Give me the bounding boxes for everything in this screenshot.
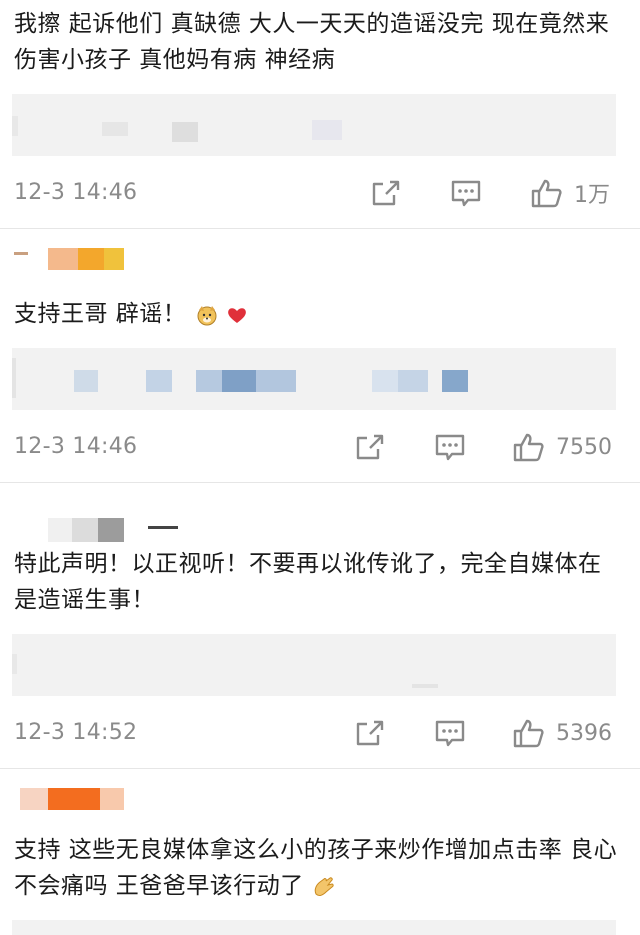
share-button[interactable] [370,176,402,210]
heart-icon [228,307,246,323]
comment-text: 特此声明！以正视听！不要再以讹传讹了，完全自媒体在是造谣生事！ [14,551,602,613]
comment-timestamp: 12-3 14:46 [14,434,138,459]
share-button[interactable] [354,430,386,464]
comment-icon [451,180,481,207]
divider [0,768,640,769]
quoted-post-blurred[interactable] [12,348,616,410]
like-count: 5396 [556,720,612,746]
comment-text: 支持王哥 辟谣！ [14,301,187,327]
divider [0,228,640,229]
comment-button[interactable] [450,176,482,210]
thumbs-up-icon [513,719,544,748]
comment-timestamp: 12-3 14:46 [14,180,138,205]
thumbs-up-icon [513,433,544,462]
quoted-post-blurred[interactable] [12,920,616,935]
thumbs-up-icon [531,179,562,208]
like-count: 1万 [574,183,610,208]
share-icon [356,720,384,746]
comment-button[interactable] [434,716,466,750]
like-button[interactable]: 7550 [512,430,612,464]
comment-icon [435,434,465,461]
divider [0,482,640,483]
comment-meta: 12-3 14:52 5396 [0,714,640,754]
share-icon [356,434,384,460]
like-button[interactable]: 1万 [530,176,610,210]
comment-meta: 12-3 14:46 7550 [0,428,640,468]
comment-button[interactable] [434,430,466,464]
quoted-post-blurred[interactable] [12,94,616,156]
comment-timestamp: 12-3 14:52 [14,720,138,745]
share-icon [372,180,400,206]
share-button[interactable] [354,716,386,750]
comment-text: 我擦 起诉他们 真缺德 大人一天天的造谣没完 现在竟然来伤害小孩子 真他妈有病 … [14,11,610,73]
dog-face-icon [197,305,217,325]
comment-meta: 12-3 14:46 1万 [0,174,640,214]
username-blurred[interactable] [48,518,178,542]
quoted-post-blurred[interactable] [12,634,616,696]
username-blurred[interactable] [14,248,124,270]
username-blurred[interactable] [20,788,130,810]
clapping-hands-icon [314,876,334,896]
comment-text-line: 支持 这些无良媒体拿这么小的孩子来炒作增加点击率 良心不会痛吗 王爸爸早该行动了 [14,832,620,904]
like-button[interactable]: 5396 [512,716,612,750]
comment-icon [435,720,465,747]
comment-text-line: 支持王哥 辟谣！ [14,296,620,332]
like-count: 7550 [556,434,612,460]
